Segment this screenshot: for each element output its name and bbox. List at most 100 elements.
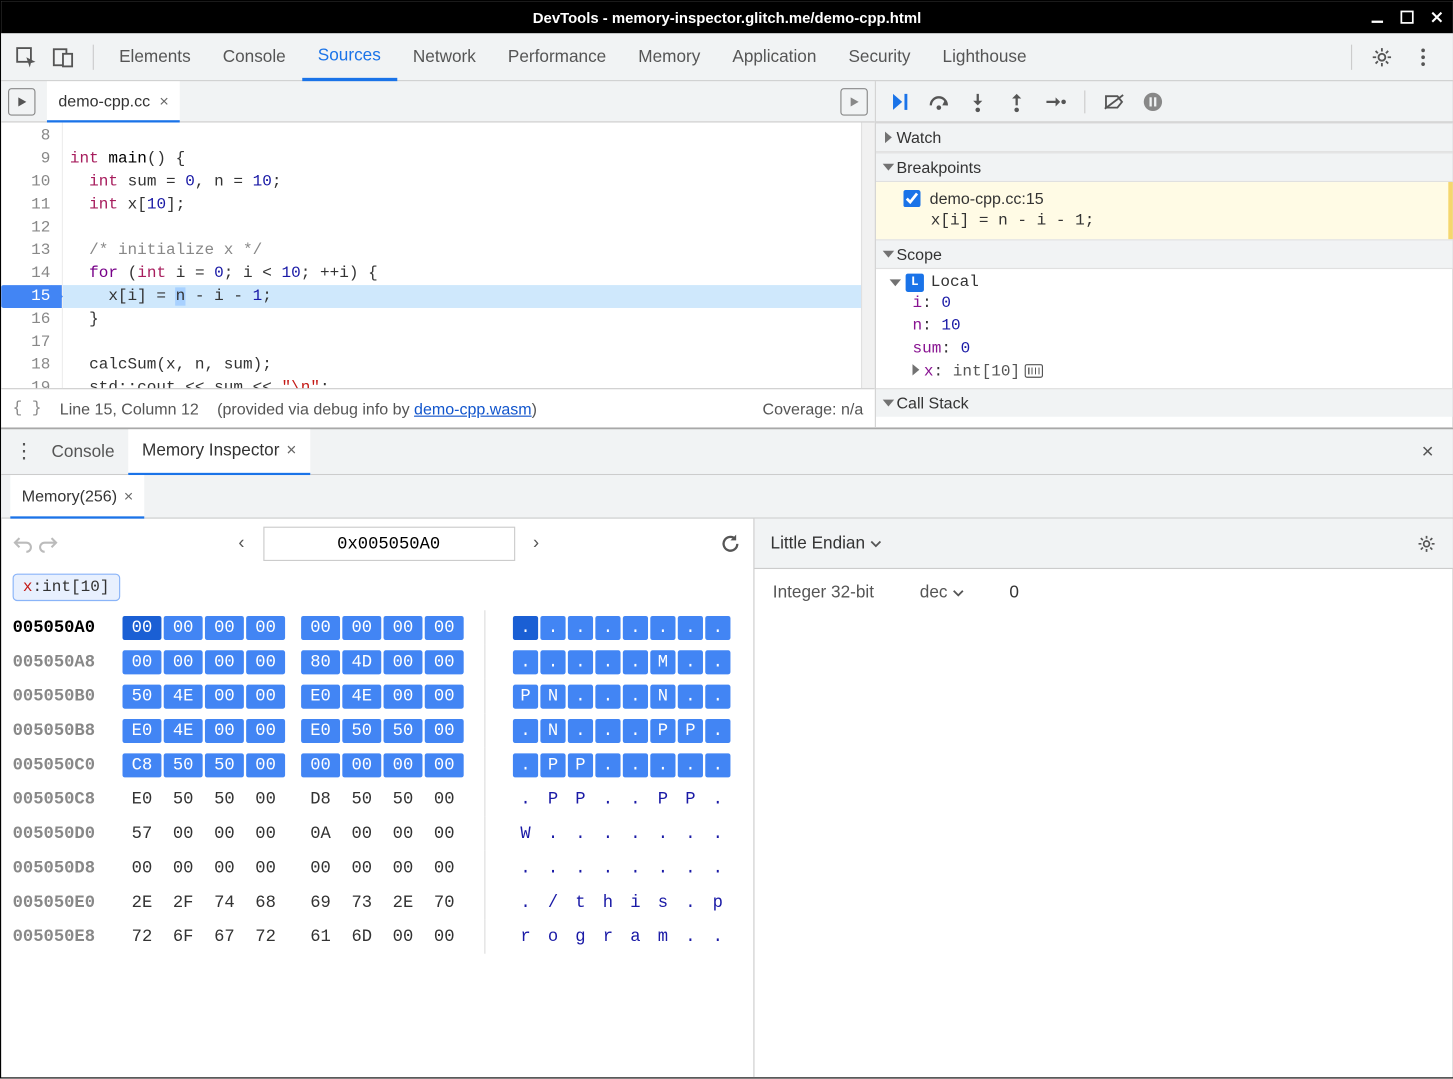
hex-byte[interactable]: 2F — [164, 890, 203, 914]
step-into-button[interactable] — [963, 86, 993, 116]
hex-row[interactable]: 005050B8E04E0000E0505000.N...PP. — [13, 713, 742, 747]
ascii-char[interactable]: P — [540, 753, 565, 777]
ascii-char[interactable]: P — [650, 787, 675, 811]
ascii-char[interactable]: P — [678, 787, 703, 811]
ascii-char[interactable]: . — [595, 787, 620, 811]
hex-byte[interactable]: 00 — [246, 753, 285, 777]
ascii-char[interactable]: P — [568, 753, 593, 777]
hex-byte[interactable]: 00 — [246, 856, 285, 880]
hex-byte[interactable]: 00 — [205, 615, 244, 639]
hex-row[interactable]: 005050C8E0505000D8505000.PP..PP. — [13, 782, 742, 816]
drawer-close-button[interactable]: × — [1412, 436, 1444, 468]
ascii-char[interactable]: . — [678, 650, 703, 674]
tab-network[interactable]: Network — [397, 33, 492, 81]
hex-byte[interactable]: 00 — [384, 856, 423, 880]
ascii-char[interactable]: . — [705, 684, 730, 708]
ascii-char[interactable]: / — [540, 890, 565, 914]
ascii-char[interactable]: . — [705, 615, 730, 639]
ascii-char[interactable]: . — [513, 753, 538, 777]
window-close-button[interactable] — [1425, 6, 1448, 29]
ascii-char[interactable]: h — [595, 890, 620, 914]
hex-byte[interactable]: D8 — [301, 787, 340, 811]
ascii-char[interactable]: . — [678, 925, 703, 949]
ascii-char[interactable]: . — [650, 615, 675, 639]
hex-byte[interactable]: 00 — [425, 925, 464, 949]
drawer-tab-memory-inspector[interactable]: Memory Inspector × — [128, 429, 310, 475]
step-button[interactable] — [1041, 86, 1071, 116]
ascii-char[interactable]: s — [650, 890, 675, 914]
ascii-char[interactable]: N — [540, 718, 565, 742]
hex-byte[interactable]: 00 — [164, 615, 203, 639]
hex-byte[interactable]: 00 — [384, 615, 423, 639]
ascii-char[interactable]: M — [650, 650, 675, 674]
ascii-char[interactable]: . — [540, 821, 565, 845]
ascii-char[interactable]: i — [623, 890, 648, 914]
hex-byte[interactable]: 00 — [425, 718, 464, 742]
hex-byte[interactable]: 57 — [123, 821, 162, 845]
ascii-char[interactable]: N — [650, 684, 675, 708]
ascii-char[interactable]: . — [705, 925, 730, 949]
run-snippet-icon[interactable] — [840, 88, 867, 115]
hex-row[interactable]: 005050D80000000000000000........ — [13, 851, 742, 885]
close-icon[interactable]: × — [124, 486, 133, 504]
hex-byte[interactable]: 00 — [164, 856, 203, 880]
pause-on-exceptions-button[interactable] — [1138, 86, 1168, 116]
hex-byte[interactable]: 6D — [342, 925, 381, 949]
hex-byte[interactable]: 00 — [425, 684, 464, 708]
ascii-char[interactable]: . — [705, 718, 730, 742]
ascii-char[interactable]: P — [513, 684, 538, 708]
hex-row[interactable]: 005050C0C850500000000000.PP..... — [13, 748, 742, 782]
ascii-char[interactable]: t — [568, 890, 593, 914]
hex-byte[interactable]: 00 — [123, 615, 162, 639]
hex-byte[interactable]: 00 — [342, 615, 381, 639]
value-settings-icon[interactable] — [1416, 533, 1437, 554]
hex-byte[interactable]: 00 — [205, 684, 244, 708]
drawer-more-icon[interactable]: ⋮ — [10, 440, 37, 464]
hex-byte[interactable]: 00 — [205, 650, 244, 674]
ascii-char[interactable]: . — [595, 684, 620, 708]
hex-byte[interactable]: 4E — [164, 718, 203, 742]
address-prev-button[interactable]: ‹ — [231, 534, 251, 555]
window-maximize-button[interactable] — [1396, 6, 1419, 29]
ascii-char[interactable]: . — [623, 615, 648, 639]
ascii-char[interactable]: . — [540, 650, 565, 674]
tab-elements[interactable]: Elements — [103, 33, 207, 81]
tab-lighthouse[interactable]: Lighthouse — [927, 33, 1043, 81]
history-forward-icon[interactable] — [38, 535, 59, 553]
ascii-char[interactable]: . — [568, 684, 593, 708]
hex-byte[interactable]: 4D — [342, 650, 381, 674]
hex-byte[interactable]: 00 — [425, 753, 464, 777]
ascii-char[interactable]: . — [623, 718, 648, 742]
source-editor[interactable]: 891011121314151617181920 int main() { in… — [1, 123, 875, 389]
history-back-icon[interactable] — [13, 535, 34, 553]
deactivate-breakpoints-button[interactable] — [1099, 86, 1129, 116]
hex-byte[interactable]: 72 — [123, 925, 162, 949]
scope-local-header[interactable]: LLocal — [885, 274, 1453, 292]
hex-byte[interactable]: 00 — [301, 615, 340, 639]
step-over-button[interactable] — [924, 86, 954, 116]
hex-row[interactable]: 005050E8726F6772616D0000rogram.. — [13, 919, 742, 953]
hex-byte[interactable]: 00 — [164, 821, 203, 845]
navigator-toggle-icon[interactable] — [8, 88, 35, 115]
breakpoints-section-header[interactable]: Breakpoints — [876, 152, 1453, 182]
hex-byte[interactable]: 00 — [246, 787, 285, 811]
hex-byte[interactable]: 00 — [246, 684, 285, 708]
ascii-char[interactable]: g — [568, 925, 593, 949]
scrollbar[interactable] — [861, 123, 875, 389]
ascii-char[interactable]: . — [595, 856, 620, 880]
hex-byte[interactable]: 2E — [123, 890, 162, 914]
close-icon[interactable]: × — [159, 91, 168, 109]
hex-byte[interactable]: 00 — [301, 856, 340, 880]
hex-byte[interactable]: 00 — [425, 650, 464, 674]
refresh-button[interactable] — [719, 532, 742, 555]
tab-application[interactable]: Application — [716, 33, 832, 81]
ascii-char[interactable]: . — [678, 821, 703, 845]
hex-byte[interactable]: 00 — [246, 821, 285, 845]
ascii-char[interactable]: m — [650, 925, 675, 949]
ascii-char[interactable]: . — [705, 856, 730, 880]
tab-security[interactable]: Security — [832, 33, 926, 81]
hex-byte[interactable]: 00 — [384, 821, 423, 845]
hex-byte[interactable]: 50 — [384, 787, 423, 811]
address-input[interactable] — [263, 527, 515, 561]
ascii-char[interactable]: . — [513, 787, 538, 811]
